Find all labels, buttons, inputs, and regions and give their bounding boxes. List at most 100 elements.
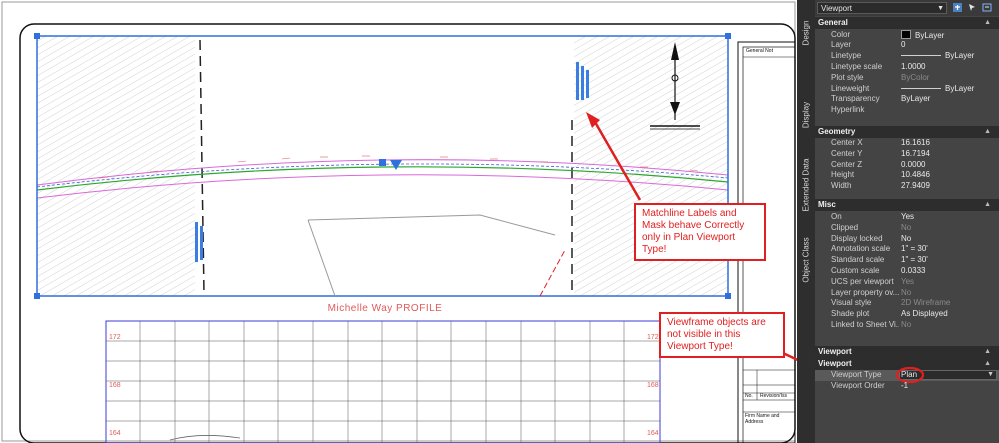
prop-value-text: ByLayer	[901, 94, 931, 104]
object-type-select[interactable]: Viewport ▼	[817, 2, 947, 14]
prop-value-text: Plan	[901, 370, 918, 379]
prop-value[interactable]: No	[901, 320, 995, 331]
prop-row-layer-property-ov[interactable]: Layer property ov... No	[815, 288, 999, 299]
prop-value[interactable]: As Displayed	[901, 309, 995, 320]
prop-row-lineweight[interactable]: Lineweight ByLayer	[815, 84, 999, 95]
prop-row-width[interactable]: Width 27.9409	[815, 181, 999, 192]
prop-value-text: No	[901, 320, 912, 329]
prop-value[interactable]: 1.0000	[901, 62, 995, 73]
titleblock-firm: Firm Name and Address	[745, 413, 780, 425]
tab-display[interactable]: Display	[797, 90, 815, 140]
prop-value-text: 16.1616	[901, 138, 930, 147]
prop-value-text: 16.7194	[901, 148, 930, 158]
prop-value-text: As Displayed	[901, 309, 948, 319]
section-misc[interactable]: Misc ▲	[815, 199, 999, 211]
line-sample-icon	[901, 87, 941, 89]
prop-label: Annotation scale	[831, 244, 891, 254]
profile-grid	[105, 320, 661, 443]
axis-label-left-2: 168	[109, 382, 121, 389]
prop-row-linetype-scale[interactable]: Linetype scale 1.0000	[815, 62, 999, 73]
prop-row-shade-plot[interactable]: Shade plot As Displayed	[815, 309, 999, 320]
select-objects-icon[interactable]	[967, 2, 978, 13]
prop-value[interactable]: Yes	[901, 277, 995, 288]
quick-select-icon[interactable]	[982, 2, 993, 13]
prop-row-custom-scale[interactable]: Custom scale 0.0333	[815, 266, 999, 277]
prop-value[interactable]: ByColor	[901, 73, 995, 84]
prop-value[interactable]: No	[901, 223, 995, 234]
chevron-up-icon: ▲	[984, 348, 991, 355]
prop-value[interactable]: 10.4846	[901, 170, 995, 181]
callout-viewframe: Viewframe objects are not visible in thi…	[659, 312, 785, 358]
prop-value[interactable]: 16.7194	[901, 149, 995, 160]
prop-row-transparency[interactable]: Transparency ByLayer	[815, 94, 999, 105]
tab-design[interactable]: Design	[797, 10, 815, 56]
prop-row-visual-style[interactable]: Visual style 2D Wireframe	[815, 298, 999, 309]
prop-row-center-y[interactable]: Center Y 16.7194	[815, 149, 999, 160]
prop-label: Center X	[831, 138, 863, 147]
prop-label: Transparency	[831, 94, 880, 104]
prop-value[interactable]: 0	[901, 40, 995, 51]
prop-label: Hyperlink	[831, 105, 865, 115]
prop-value-text: 0	[901, 40, 906, 50]
prop-row-annotation-scale[interactable]: Annotation scale 1" = 30'	[815, 244, 999, 255]
prop-value[interactable]: 27.9409	[901, 181, 995, 192]
prop-value-text: No	[901, 233, 912, 243]
axis-label-right-3: 164	[647, 430, 659, 437]
prop-value[interactable]: ByLayer	[901, 94, 995, 105]
axis-label-right-2: 168	[647, 382, 659, 389]
section-geometry[interactable]: Geometry ▲	[815, 126, 999, 138]
properties-panel: Viewport ▼ General ▲ Color ByLayer Layer 0 Li…	[815, 0, 999, 443]
chevron-down-icon: ▼	[937, 5, 944, 12]
prop-label: Custom scale	[831, 266, 880, 275]
prop-row-viewport-order[interactable]: Viewport Order -1	[815, 381, 999, 392]
prop-row-standard-scale[interactable]: Standard scale 1" = 30'	[815, 255, 999, 266]
prop-row-display-locked[interactable]: Display locked No	[815, 234, 999, 245]
prop-row-center-x[interactable]: Center X 16.1616	[815, 138, 999, 149]
prop-value-text: ByColor	[901, 72, 930, 82]
prop-value[interactable]: No	[901, 288, 995, 299]
prop-row-linetype[interactable]: Linetype ByLayer	[815, 51, 999, 62]
prop-row-layer[interactable]: Layer 0	[815, 40, 999, 51]
prop-row-height[interactable]: Height 10.4846	[815, 170, 999, 181]
prop-value[interactable]: 0.0000	[901, 160, 995, 171]
prop-value[interactable]: -1	[901, 381, 995, 392]
prop-label: Color	[831, 29, 851, 39]
prop-label: Clipped	[831, 222, 859, 232]
section-viewport[interactable]: Viewport ▲	[815, 346, 999, 358]
prop-row-clipped[interactable]: Clipped No	[815, 223, 999, 234]
prop-row-on[interactable]: On Yes	[815, 212, 999, 223]
toggle-pickadd-icon[interactable]	[952, 2, 963, 13]
section-general[interactable]: General ▲	[815, 17, 999, 29]
prop-row-ucs-per-viewport[interactable]: UCS per viewport Yes	[815, 277, 999, 288]
prop-value[interactable]: 1" = 30'	[901, 255, 995, 266]
prop-value[interactable]: 1" = 30'	[901, 244, 995, 255]
palette-side-tabs: Design Display Extended Data Object Clas…	[797, 0, 815, 443]
prop-value[interactable]: Yes	[901, 212, 995, 223]
drawing-canvas[interactable]: Michelle Way PROFILE 172 168 164 172 168…	[0, 0, 797, 443]
prop-row-linked-to-sheet-vi[interactable]: Linked to Sheet Vi... No	[815, 320, 999, 331]
prop-label: Linetype scale	[831, 61, 883, 71]
prop-row-color[interactable]: Color ByLayer	[815, 29, 999, 41]
chevron-up-icon: ▲	[984, 201, 991, 208]
prop-value-text: 0.0000	[901, 159, 926, 169]
prop-value-text: No	[901, 222, 912, 232]
prop-value[interactable]: ByLayer	[901, 51, 995, 62]
prop-label: Viewport Type	[831, 370, 882, 379]
prop-row-plot-style[interactable]: Plot style ByColor	[815, 73, 999, 84]
prop-row-hyperlink[interactable]: Hyperlink	[815, 105, 999, 116]
prop-value-text: ByLayer	[945, 83, 975, 93]
prop-value[interactable]: 2D Wireframe	[901, 298, 995, 309]
titleblock-no: No.	[745, 393, 753, 399]
prop-value[interactable]: 0.0333	[901, 266, 995, 277]
prop-value-text: -1	[901, 380, 909, 390]
tab-extended-data[interactable]: Extended Data	[797, 150, 815, 220]
prop-value[interactable]: No	[901, 234, 995, 245]
prop-row-viewport-type[interactable]: ▼ Viewport Type Plan	[815, 366, 999, 384]
prop-label: On	[831, 212, 842, 221]
tab-object-class[interactable]: Object Class	[797, 230, 815, 290]
prop-label: Linetype	[831, 51, 862, 61]
prop-value[interactable]: ByLayer	[901, 84, 995, 95]
prop-value[interactable]: Plan	[901, 370, 995, 381]
prop-row-center-z[interactable]: Center Z 0.0000	[815, 160, 999, 171]
prop-value[interactable]: 16.1616	[901, 138, 995, 149]
